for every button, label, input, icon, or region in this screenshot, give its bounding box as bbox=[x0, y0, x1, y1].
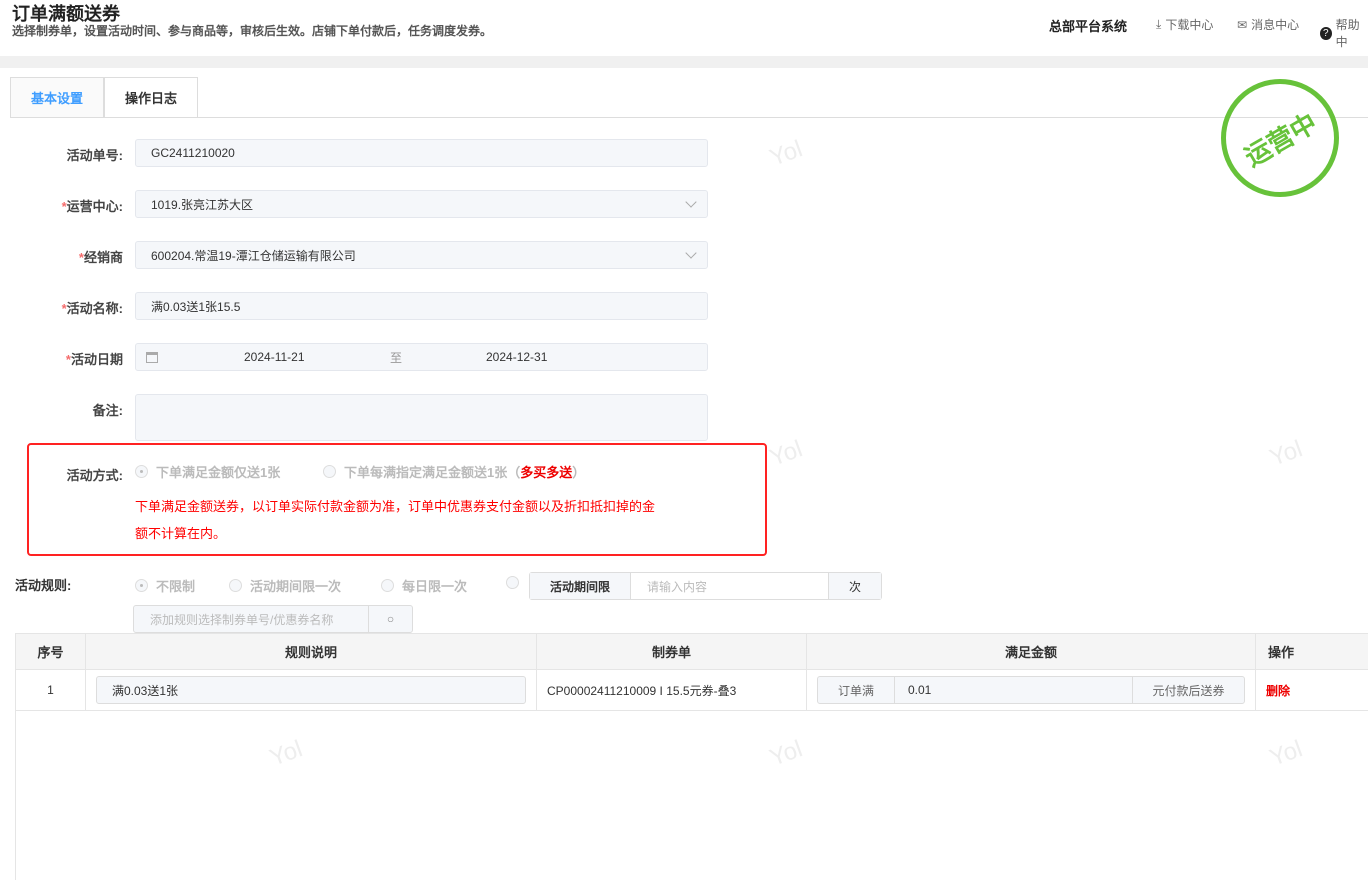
watermark: Yol bbox=[1266, 735, 1306, 772]
mode-note: 下单满足金额送券，以订单实际付款金额为准，订单中优惠券支付金额以及折扣抵扣掉的金… bbox=[135, 499, 656, 541]
radio-icon bbox=[229, 579, 242, 592]
tab-bar: 基本设置 操作日志 bbox=[10, 77, 199, 118]
dealer-select[interactable]: 600204.常温19-潭江仓储运输有限公司 bbox=[135, 241, 708, 269]
end-date[interactable]: 2024-12-31 bbox=[486, 350, 547, 364]
amount-input[interactable]: 0.01 bbox=[895, 683, 1132, 697]
rule-search-input[interactable]: 添加规则选择制券单号/优惠券名称 bbox=[134, 606, 368, 632]
amount-suffix: 元付款后送券 bbox=[1132, 677, 1244, 703]
system-name: 总部平台系统 bbox=[1049, 19, 1128, 34]
download-center-link[interactable]: ⤓ 下载中心 bbox=[1156, 16, 1213, 33]
rule-limit-group: 活动期间限 请输入内容 次 bbox=[529, 572, 882, 600]
dealer-label: *经销商 bbox=[78, 250, 123, 265]
tab-operation-log[interactable]: 操作日志 bbox=[104, 77, 199, 118]
row-voucher: CP00002411210009 I 15.5元券-叠3 bbox=[536, 669, 807, 711]
delete-link[interactable]: 删除 bbox=[1255, 669, 1368, 711]
col-no: 序号 bbox=[15, 633, 86, 670]
date-label: *活动日期 bbox=[65, 352, 123, 367]
chevron-down-icon bbox=[685, 196, 697, 208]
center-value: 1019.张亮江苏大区 bbox=[151, 197, 254, 212]
tab-divider bbox=[10, 117, 1368, 118]
rule-desc-input[interactable]: 满0.03送1张 bbox=[96, 676, 526, 704]
rules-label: 活动规则: bbox=[15, 578, 72, 593]
col-action: 操作 bbox=[1255, 633, 1368, 670]
radio-icon bbox=[506, 576, 519, 589]
watermark: Yol bbox=[766, 735, 806, 772]
search-button[interactable]: ○ bbox=[368, 606, 412, 632]
rule-custom[interactable] bbox=[506, 576, 519, 589]
rule-unlimited[interactable]: 不限制 bbox=[135, 576, 195, 595]
mode-label: 活动方式: bbox=[66, 468, 123, 483]
activity-name-field[interactable]: 满0.03送1张15.5 bbox=[135, 292, 708, 320]
watermark: Yol bbox=[266, 735, 306, 772]
help-label: 帮助中 bbox=[1335, 18, 1360, 49]
amount-prefix: 订单满 bbox=[818, 677, 895, 703]
radio-icon bbox=[323, 465, 336, 478]
amount-group: 订单满 0.01 元付款后送券 bbox=[817, 676, 1245, 704]
download-icon: ⤓ bbox=[1156, 17, 1162, 31]
watermark: Yol bbox=[1266, 435, 1306, 472]
remark-textarea[interactable] bbox=[135, 394, 708, 441]
radio-icon bbox=[135, 579, 148, 592]
radio-icon bbox=[135, 465, 148, 478]
header-divider bbox=[0, 56, 1368, 68]
col-desc: 规则说明 bbox=[85, 633, 537, 670]
rule-search: 添加规则选择制券单号/优惠券名称 ○ bbox=[133, 605, 413, 633]
name-label: *活动名称: bbox=[61, 301, 123, 316]
center-select[interactable]: 1019.张亮江苏大区 bbox=[135, 190, 708, 218]
mail-icon: ✉ bbox=[1237, 17, 1248, 32]
mode-option-multi[interactable]: 下单每满指定满足金额送1张（多买多送） bbox=[323, 462, 585, 481]
activity-no-field[interactable]: GC2411210020 bbox=[135, 139, 708, 167]
activity-no-label: 活动单号: bbox=[66, 148, 123, 163]
dealer-value: 600204.常温19-潭江仓储运输有限公司 bbox=[151, 248, 356, 263]
radio-icon bbox=[381, 579, 394, 592]
rule-once-daily[interactable]: 每日限一次 bbox=[381, 576, 467, 595]
rule-once-period[interactable]: 活动期间限一次 bbox=[229, 576, 341, 595]
center-label: *运营中心: bbox=[61, 199, 123, 214]
download-label: 下载中心 bbox=[1165, 18, 1214, 32]
row-no: 1 bbox=[15, 669, 86, 711]
remark-label: 备注: bbox=[92, 403, 123, 418]
status-stamp-text: 运营中 bbox=[1239, 106, 1323, 172]
rules-table: 序号 规则说明 制券单 满足金额 操作 1 满0.03送1张 CP0000241… bbox=[15, 633, 1368, 711]
table-header: 序号 规则说明 制券单 满足金额 操作 bbox=[15, 633, 1368, 670]
watermark: Yol bbox=[766, 435, 806, 472]
date-separator: 至 bbox=[390, 350, 403, 365]
help-center-link[interactable]: ? 帮助中 bbox=[1320, 16, 1368, 50]
messages-label: 消息中心 bbox=[1251, 18, 1300, 32]
table-row: 1 满0.03送1张 CP00002411210009 I 15.5元券-叠3 … bbox=[15, 669, 1368, 711]
help-icon: ? bbox=[1320, 26, 1332, 40]
tab-basic-settings[interactable]: 基本设置 bbox=[10, 77, 105, 118]
mode-option-single[interactable]: 下单满足金额仅送1张 bbox=[135, 462, 280, 481]
chevron-down-icon bbox=[685, 247, 697, 259]
date-range-picker[interactable]: 2024-11-21 至 2024-12-31 bbox=[135, 343, 708, 371]
calendar-icon bbox=[146, 351, 158, 363]
message-center-link[interactable]: ✉ 消息中心 bbox=[1237, 16, 1299, 33]
search-icon: ○ bbox=[386, 612, 395, 626]
limit-count-input[interactable]: 请输入内容 bbox=[631, 573, 828, 599]
status-stamp: 运营中 bbox=[1221, 79, 1339, 197]
limit-prefix: 活动期间限 bbox=[530, 573, 631, 599]
col-amount: 满足金额 bbox=[806, 633, 1256, 670]
watermark: Yol bbox=[766, 135, 806, 172]
page-subtitle: 选择制券单，设置活动时间、参与商品等，审核后生效。店铺下单付款后，任务调度发券。 bbox=[12, 24, 493, 38]
start-date[interactable]: 2024-11-21 bbox=[244, 350, 305, 364]
col-voucher: 制券单 bbox=[536, 633, 807, 670]
table-border bbox=[15, 710, 16, 880]
limit-suffix: 次 bbox=[828, 573, 881, 599]
page-header: 订单满额送券 选择制券单，设置活动时间、参与商品等，审核后生效。店铺下单付款后，… bbox=[0, 0, 1368, 56]
